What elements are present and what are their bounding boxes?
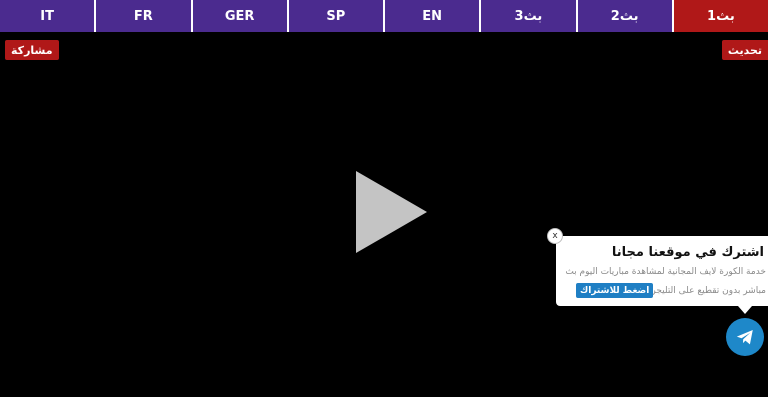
popup-description-line-1: خدمة الكورة لايف المجانية لمشاهدة مباريا… (565, 267, 766, 277)
tab-ger[interactable]: GER (192, 0, 287, 32)
tab-it[interactable]: IT (0, 0, 95, 32)
close-icon[interactable]: x (547, 228, 563, 244)
bottom-strip (0, 397, 768, 407)
tab-stream-1[interactable]: بث1 (673, 0, 768, 32)
subscribe-popup: اشترك في موقعنا مجانا خدمة الكورة لايف ا… (556, 236, 768, 306)
tab-stream-2[interactable]: بث2 (577, 0, 672, 32)
popup-title: اشترك في موقعنا مجانا (611, 245, 764, 260)
telegram-icon[interactable] (726, 318, 764, 356)
share-button[interactable]: مشاركة (5, 40, 59, 60)
tab-stream-3[interactable]: بث3 (481, 0, 576, 32)
telegram-plane-icon (736, 330, 753, 345)
stream-tabs: بث1 بث2 بث3 EN SP GER FR IT (0, 0, 768, 32)
tab-sp[interactable]: SP (288, 0, 383, 32)
popup-pointer (738, 306, 752, 314)
refresh-button[interactable]: تحديث (721, 40, 768, 60)
page: بث1 بث2 بث3 EN SP GER FR IT مشاركة تحديث… (0, 0, 768, 407)
subscribe-button[interactable]: اضغط للاشتراك (576, 283, 654, 298)
popup-description-line-2: مباشر بدون تقطيع على التليجرام (643, 286, 766, 296)
play-icon[interactable] (356, 171, 427, 253)
tab-fr[interactable]: FR (96, 0, 191, 32)
tab-en[interactable]: EN (385, 0, 480, 32)
